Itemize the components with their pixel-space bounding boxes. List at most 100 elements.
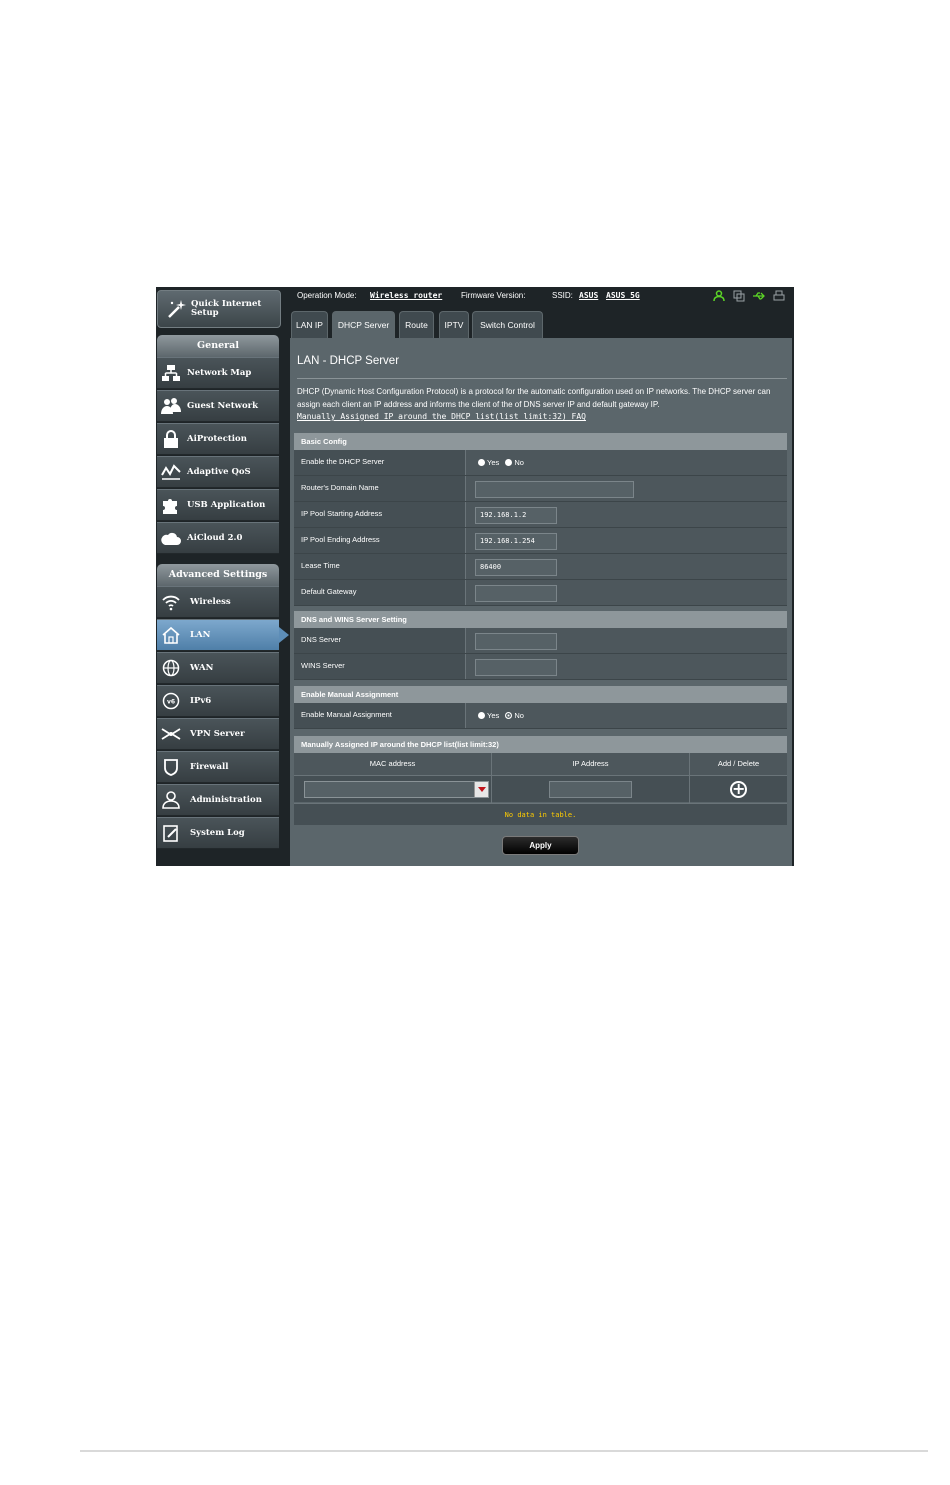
manual-list-column-headers: MAC address IP Address Add / Delete — [294, 753, 787, 775]
operation-mode-label: Operation Mode: — [297, 291, 357, 300]
dns-server-row: DNS Server — [294, 628, 787, 654]
pool-start-input[interactable]: 192.168.1.2 — [475, 507, 557, 524]
sidebar-item-ipv6[interactable]: v6 IPv6 — [157, 685, 279, 717]
faq-link[interactable]: Manually Assigned IP around the DHCP lis… — [297, 412, 586, 421]
apply-button[interactable]: Apply — [502, 836, 579, 855]
quick-internet-setup-button[interactable]: Quick Internet Setup — [157, 290, 281, 328]
manual-assignment-yes-radio[interactable]: Yes — [478, 711, 499, 720]
empty-table-message: No data in table. — [294, 803, 787, 825]
log-icon — [163, 825, 178, 842]
default-gateway-row: Default Gateway — [294, 580, 787, 606]
tab-dhcp-server[interactable]: DHCP Server — [332, 311, 395, 338]
enable-dhcp-yes-radio[interactable]: Yes — [478, 458, 499, 467]
manual-assignment-header: Enable Manual Assignment — [294, 686, 787, 703]
radio-selected — [505, 712, 513, 719]
printer-icon[interactable] — [773, 290, 785, 302]
no-label: No — [514, 458, 524, 467]
pool-end-row: IP Pool Ending Address 192.168.1.254 — [294, 528, 787, 554]
router-admin-screenshot: Quick Internet Setup General Network Map… — [156, 287, 794, 866]
sidebar-item-vpn-server[interactable]: VPN Server — [157, 718, 279, 750]
manual-assignment-no-radio[interactable]: No — [505, 711, 524, 720]
page-description: DHCP (Dynamic Host Configuration Protoco… — [297, 387, 771, 409]
yes-label: Yes — [487, 711, 500, 720]
home-icon — [162, 626, 180, 644]
enable-dhcp-no-radio[interactable]: No — [505, 458, 524, 467]
pool-end-label: IP Pool Ending Address — [294, 528, 466, 553]
page-title: LAN - DHCP Server — [297, 355, 400, 367]
sidebar-item-label: Network Map — [187, 368, 252, 378]
wifi-icon — [162, 595, 180, 611]
manual-assignment-label: Enable Manual Assignment — [294, 703, 466, 728]
sidebar-item-firewall[interactable]: Firewall — [157, 751, 279, 783]
domain-name-label: Router's Domain Name — [294, 476, 466, 501]
usb-icon[interactable] — [753, 290, 765, 302]
sidebar-item-aiprotection[interactable]: AiProtection — [157, 423, 279, 455]
ipv6-globe-icon: v6 — [162, 692, 180, 710]
operation-mode-link[interactable]: Wireless router — [370, 291, 442, 300]
firmware-version-label: Firmware Version: — [461, 291, 526, 300]
sidebar-item-label: Wireless — [190, 597, 231, 607]
puzzle-icon — [163, 499, 177, 514]
sidebar-item-wan[interactable]: WAN — [157, 652, 279, 684]
lease-time-label: Lease Time — [294, 554, 466, 579]
pool-end-input[interactable]: 192.168.1.254 — [475, 533, 557, 550]
sidebar-item-guest-network[interactable]: Guest Network — [157, 390, 279, 422]
sidebar-item-adaptive-qos[interactable]: Adaptive QoS — [157, 456, 279, 488]
manual-list-header: Manually Assigned IP around the DHCP lis… — [294, 736, 787, 753]
sidebar-item-system-log[interactable]: System Log — [157, 817, 279, 849]
add-entry-button[interactable]: + — [730, 781, 747, 798]
network-map-icon — [162, 365, 180, 381]
sidebar-item-usb-application[interactable]: USB Application — [157, 489, 279, 521]
tab-route[interactable]: Route — [399, 311, 434, 338]
ssid-link-5g[interactable]: ASUS_5G — [606, 291, 640, 300]
manual-assignment-row: Enable Manual Assignment Yes No — [294, 703, 787, 729]
manual-list-input-row: + — [294, 775, 787, 803]
mac-address-select[interactable] — [304, 781, 489, 798]
lock-icon — [164, 430, 178, 448]
sidebar: Quick Internet Setup General Network Map… — [156, 287, 289, 866]
dns-server-input[interactable] — [475, 633, 557, 650]
ip-cell — [492, 776, 690, 803]
qos-icon — [161, 464, 181, 480]
quick-internet-setup-label: Quick Internet Setup — [191, 299, 262, 318]
sidebar-item-wireless[interactable]: Wireless — [157, 586, 279, 618]
mac-cell — [294, 776, 492, 803]
user-status-icon[interactable] — [713, 290, 725, 302]
sidebar-item-administration[interactable]: Administration — [157, 784, 279, 816]
ssid-label: SSID: — [552, 291, 573, 300]
dropdown-arrow-icon[interactable] — [474, 782, 488, 797]
dns-wins-header: DNS and WINS Server Setting — [294, 611, 787, 628]
sidebar-item-label: Firewall — [190, 762, 229, 772]
column-ip-address: IP Address — [492, 753, 690, 775]
manual-assignment-radio-group: Yes No — [478, 703, 528, 728]
globe-icon — [162, 659, 180, 677]
page-footer-divider — [80, 1450, 928, 1452]
column-mac-address: MAC address — [294, 753, 492, 775]
advanced-settings-header: Advanced Settings — [157, 564, 279, 586]
sidebar-item-label: AiProtection — [187, 434, 247, 444]
sidebar-item-aicloud[interactable]: AiCloud 2.0 — [157, 522, 279, 554]
ssid-link-24g[interactable]: ASUS — [579, 291, 598, 300]
ip-address-input[interactable] — [549, 781, 632, 798]
tab-switch-control[interactable]: Switch Control — [472, 311, 543, 338]
title-divider — [297, 378, 787, 379]
tab-iptv[interactable]: IPTV — [439, 311, 469, 338]
user-icon — [162, 791, 180, 809]
active-item-pointer — [279, 627, 289, 643]
domain-name-input[interactable] — [475, 481, 634, 498]
wins-server-label: WINS Server — [294, 654, 466, 679]
copy-icon[interactable] — [733, 290, 745, 302]
sidebar-item-label: WAN — [190, 663, 214, 673]
sidebar-item-label: USB Application — [187, 500, 266, 510]
radio-selected — [478, 459, 485, 466]
general-section-header: General — [157, 335, 279, 357]
sidebar-item-label: Adaptive QoS — [187, 467, 251, 477]
lease-time-input[interactable]: 86400 — [475, 559, 557, 576]
tab-lan-ip[interactable]: LAN IP — [291, 311, 328, 338]
radio-unselected — [505, 459, 513, 466]
wins-server-input[interactable] — [475, 659, 557, 676]
pool-start-label: IP Pool Starting Address — [294, 502, 466, 527]
sidebar-item-network-map[interactable]: Network Map — [157, 357, 279, 389]
default-gateway-input[interactable] — [475, 585, 557, 602]
sidebar-item-lan[interactable]: LAN — [157, 619, 279, 651]
